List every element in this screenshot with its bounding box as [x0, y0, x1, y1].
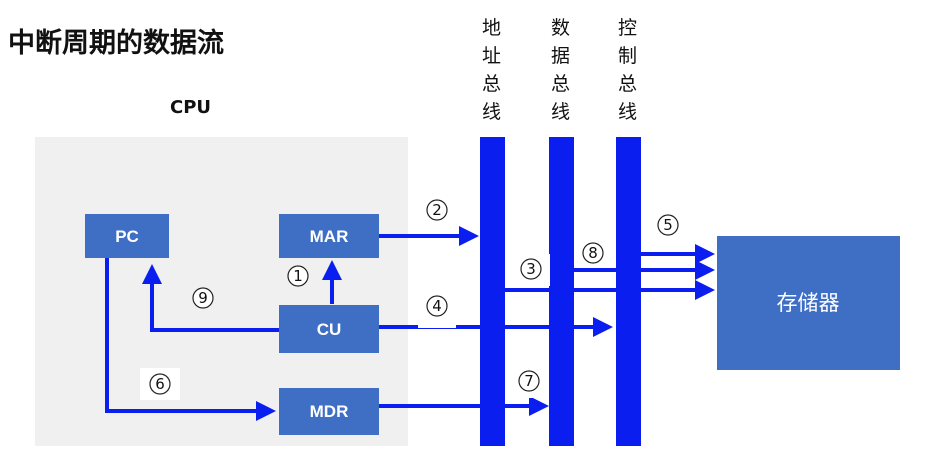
svg-text:4: 4	[432, 297, 442, 315]
svg-text:MDR: MDR	[310, 402, 349, 421]
step-2-marker: 2	[426, 199, 448, 221]
mdr-register: MDR	[279, 388, 379, 435]
svg-text:线: 线	[482, 101, 501, 123]
svg-text:数: 数	[551, 17, 570, 39]
svg-text:9: 9	[198, 289, 208, 307]
svg-text:总: 总	[482, 73, 501, 95]
svg-text:制: 制	[618, 45, 637, 67]
svg-text:存储器: 存储器	[777, 291, 840, 315]
interrupt-cycle-diagram: 中断周期的数据流 CPU 地 址 总 线 数 据 总 线 控 制 总 线 PC …	[0, 0, 929, 466]
pc-register: PC	[85, 214, 169, 258]
svg-text:CU: CU	[317, 320, 342, 339]
cpu-label: CPU	[170, 97, 211, 118]
diagram-canvas: 中断周期的数据流 CPU 地 址 总 线 数 据 总 线 控 制 总 线 PC …	[8, 17, 900, 446]
mar-register: MAR	[279, 214, 379, 258]
step-6-marker: 6	[149, 373, 171, 395]
svg-text:PC: PC	[115, 227, 139, 246]
address-bus-label: 地 址 总 线	[482, 17, 501, 123]
step-3-marker: 3	[520, 258, 542, 280]
data-bus-label: 数 据 总 线	[551, 17, 570, 123]
svg-text:线: 线	[551, 101, 570, 123]
svg-text:8: 8	[588, 244, 598, 262]
step-1-marker: 1	[287, 265, 309, 287]
svg-text:总: 总	[551, 73, 570, 95]
svg-text:2: 2	[432, 201, 442, 219]
svg-text:线: 线	[618, 101, 637, 123]
svg-text:5: 5	[663, 216, 673, 234]
step-7-marker: 7	[518, 370, 540, 392]
page-title: 中断周期的数据流	[8, 27, 224, 59]
step-4-marker: 4	[426, 295, 448, 317]
svg-text:址: 址	[482, 45, 501, 67]
svg-text:7: 7	[524, 372, 534, 390]
address-bus	[480, 137, 505, 446]
svg-text:6: 6	[155, 375, 165, 393]
step-8-marker: 8	[582, 242, 604, 264]
svg-text:地: 地	[482, 17, 501, 39]
svg-text:据: 据	[551, 45, 570, 67]
step-5-marker: 5	[657, 214, 679, 236]
svg-text:控: 控	[618, 17, 637, 39]
svg-text:3: 3	[526, 260, 536, 278]
svg-text:MAR: MAR	[310, 227, 349, 246]
svg-text:1: 1	[293, 267, 303, 285]
svg-text:总: 总	[618, 73, 637, 95]
cu-unit: CU	[279, 305, 379, 353]
memory-block: 存储器	[717, 236, 900, 370]
control-bus-label: 控 制 总 线	[618, 17, 637, 123]
step-9-marker: 9	[192, 287, 214, 309]
